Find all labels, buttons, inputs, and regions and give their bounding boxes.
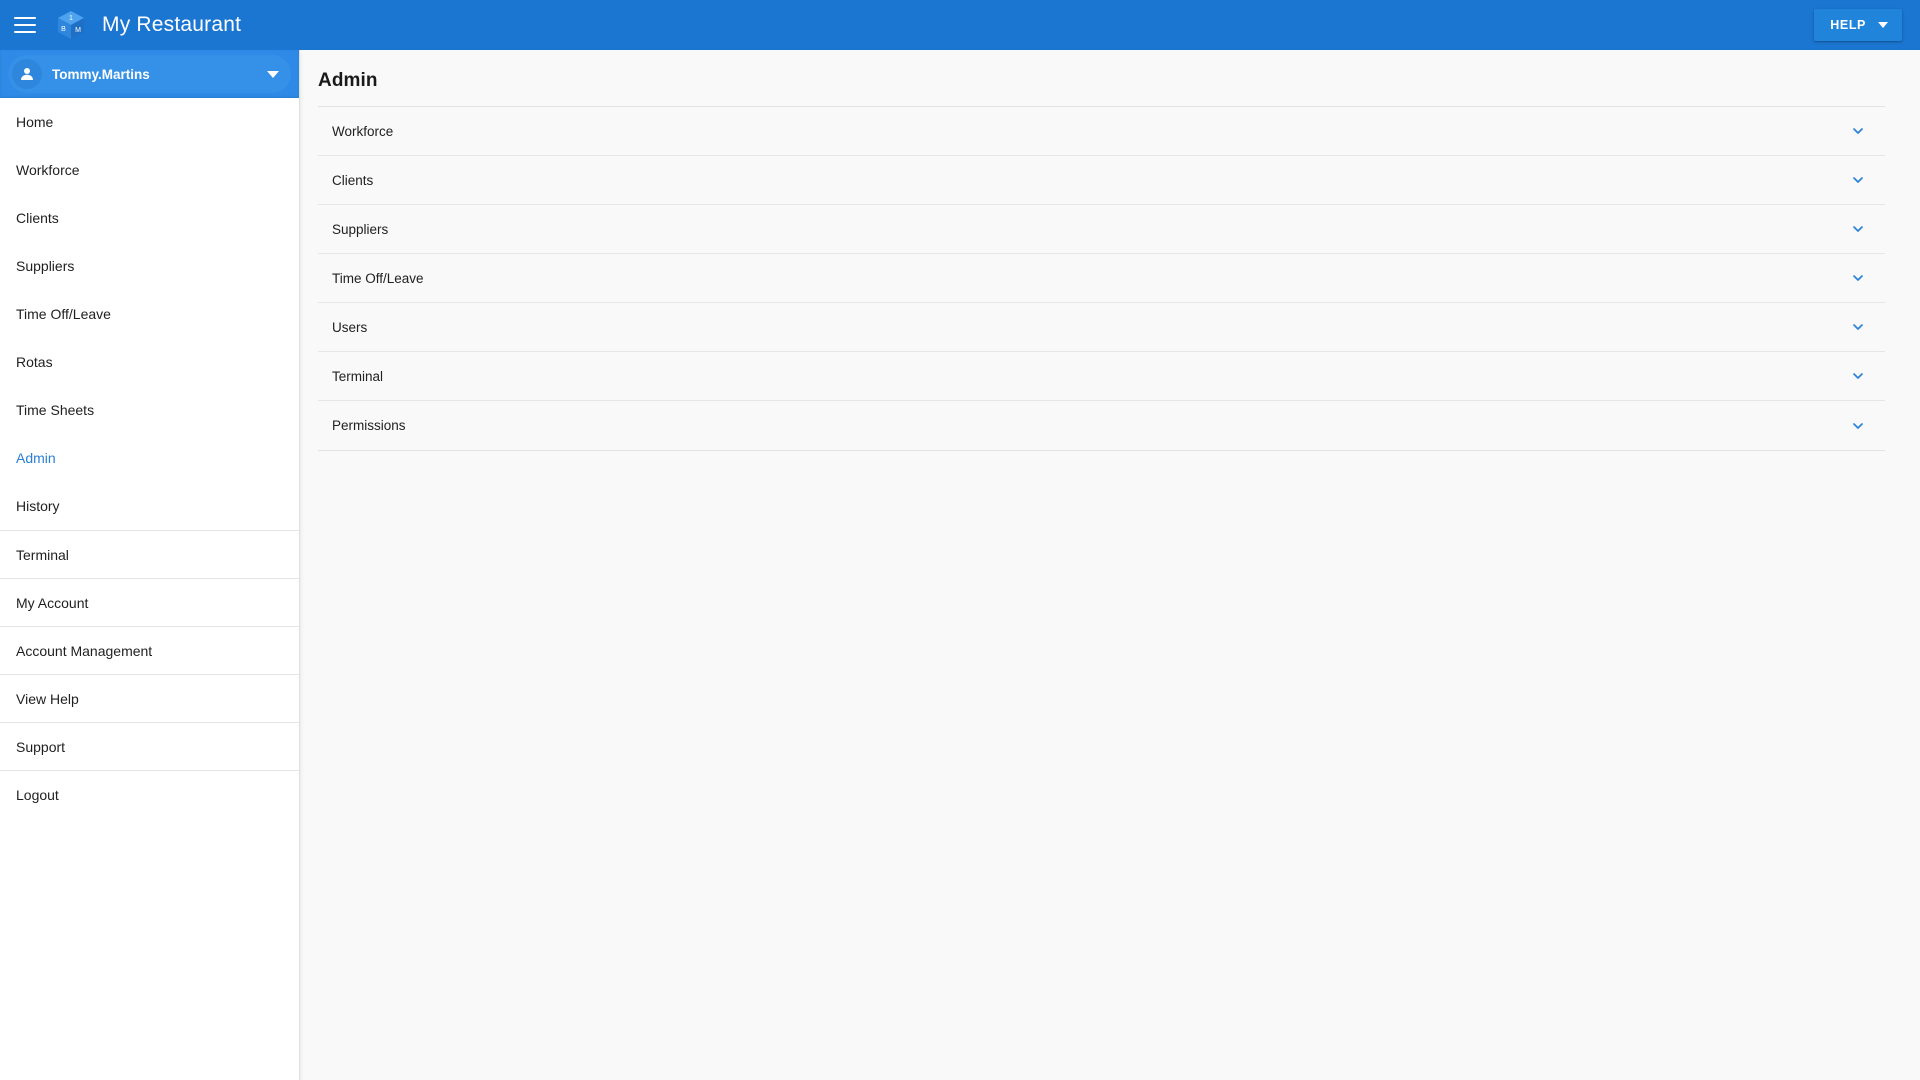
hamburger-menu-icon[interactable] (14, 12, 40, 38)
accordion-row-terminal[interactable]: Terminal (318, 352, 1885, 401)
cube-face-left-letter: B (61, 26, 66, 33)
cube-face-top-letter: 1 (69, 15, 73, 22)
sidebar-item-clients[interactable]: Clients (0, 194, 299, 242)
hamburger-line (14, 17, 36, 19)
chevron-down-icon[interactable] (1849, 122, 1867, 140)
user-chip-container: Tommy.Martins (0, 50, 299, 98)
chevron-down-icon[interactable] (1849, 269, 1867, 287)
chevron-down-icon[interactable] (1849, 171, 1867, 189)
sidebar-item-rotas[interactable]: Rotas (0, 338, 299, 386)
accordion-row-permissions[interactable]: Permissions (318, 401, 1885, 450)
sidebar-item-label: Workforce (16, 162, 80, 178)
accordion-row-users[interactable]: Users (318, 303, 1885, 352)
sidebar-item-label: Support (16, 738, 66, 755)
sidebar-item-label: Time Off/Leave (16, 306, 111, 322)
accordion-row-label: Permissions (332, 418, 406, 433)
sidebar-item-view-help[interactable]: View Help (0, 674, 299, 722)
accordion-row-label: Suppliers (332, 221, 389, 237)
main-content: Admin Workforce Clients Suppliers Time O… (300, 50, 1920, 1080)
accordion-row-label: Workforce (332, 123, 394, 139)
hamburger-line (14, 24, 36, 26)
accordion-row-clients[interactable]: Clients (318, 156, 1885, 205)
sidebar-item-label: Home (16, 114, 54, 130)
sidebar-item-time-sheets[interactable]: Time Sheets (0, 386, 299, 434)
sidebar-item-label: Logout (16, 786, 59, 803)
accordion-row-suppliers[interactable]: Suppliers (318, 205, 1885, 254)
sidebar-item-time-off-leave[interactable]: Time Off/Leave (0, 290, 299, 338)
user-account-dropdown[interactable]: Tommy.Martins (8, 55, 291, 93)
hamburger-line (14, 31, 36, 33)
caret-down-icon (1878, 22, 1888, 28)
sidebar-item-home[interactable]: Home (0, 98, 299, 146)
app-header: 1 B M My Restaurant HELP (0, 0, 1920, 50)
accordion-row-time-off-leave[interactable]: Time Off/Leave (318, 254, 1885, 303)
sidebar-item-label: Suppliers (16, 258, 75, 274)
sidebar-item-admin[interactable]: Admin (0, 434, 299, 482)
sidebar-item-support[interactable]: Support (0, 722, 299, 770)
sidebar-item-my-account[interactable]: My Account (0, 578, 299, 626)
admin-accordion: Workforce Clients Suppliers Time Off/Lea… (318, 106, 1885, 451)
cube-logo-icon[interactable]: 1 B M (54, 8, 88, 42)
sidebar-item-label: Account Management (16, 642, 153, 659)
cube-face-right-letter: M (75, 27, 81, 34)
sidebar-item-label: My Account (16, 594, 89, 611)
sidebar-item-label: Terminal (16, 546, 69, 563)
accordion-row-label: Clients (332, 172, 374, 188)
accordion-row-label: Time Off/Leave (332, 270, 424, 286)
sidebar: Tommy.Martins Home Workforce Clients Sup… (0, 50, 300, 1080)
app-title: My Restaurant (102, 13, 242, 36)
sidebar-item-label: Time Sheets (16, 402, 95, 418)
chevron-down-icon[interactable] (1849, 220, 1867, 238)
page-title: Admin (318, 70, 378, 91)
sidebar-item-label: History (16, 498, 60, 514)
sidebar-nav-list: Home Workforce Clients Suppliers Time Of… (0, 98, 299, 818)
caret-down-icon (267, 70, 279, 78)
help-button[interactable]: HELP (1814, 9, 1902, 41)
sidebar-item-suppliers[interactable]: Suppliers (0, 242, 299, 290)
accordion-row-label: Terminal (332, 368, 384, 384)
user-name-label: Tommy.Martins (52, 66, 150, 82)
accordion-row-label: Users (332, 319, 368, 335)
sidebar-item-label: Admin (16, 450, 56, 466)
sidebar-item-history[interactable]: History (0, 482, 299, 530)
chevron-down-icon[interactable] (1849, 367, 1867, 385)
accordion-row-workforce[interactable]: Workforce (318, 107, 1885, 156)
sidebar-item-label: View Help (16, 690, 79, 707)
sidebar-item-terminal[interactable]: Terminal (0, 530, 299, 578)
help-button-label: HELP (1830, 18, 1866, 32)
sidebar-item-label: Rotas (16, 354, 53, 370)
sidebar-item-workforce[interactable]: Workforce (0, 146, 299, 194)
sidebar-item-label: Clients (16, 210, 59, 226)
person-avatar-icon (12, 59, 42, 89)
chevron-down-icon[interactable] (1849, 318, 1867, 336)
sidebar-item-account-management[interactable]: Account Management (0, 626, 299, 674)
chevron-down-icon[interactable] (1849, 417, 1867, 435)
sidebar-item-logout[interactable]: Logout (0, 770, 299, 818)
